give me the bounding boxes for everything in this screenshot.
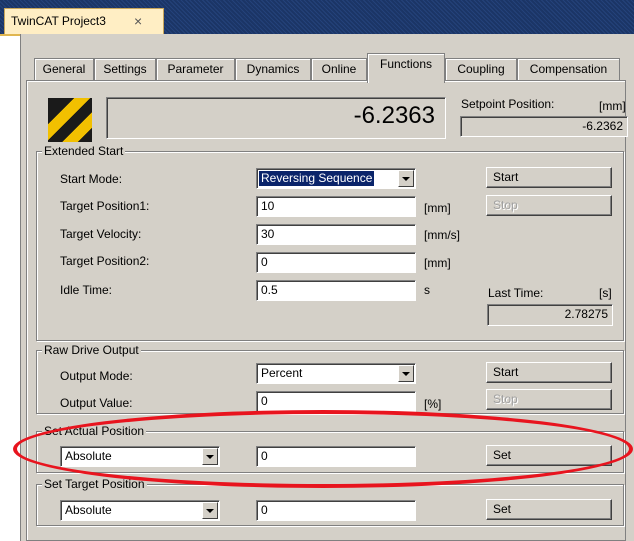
chevron-down-icon[interactable] xyxy=(202,502,218,519)
group-title: Extended Start xyxy=(42,144,126,158)
output-mode-label: Output Mode: xyxy=(60,369,133,383)
tab-dynamics[interactable]: Dynamics xyxy=(235,58,311,80)
chevron-down-icon[interactable] xyxy=(398,170,414,187)
tab-coupling[interactable]: Coupling xyxy=(445,58,517,80)
setpoint-label: Setpoint Position: xyxy=(461,97,555,111)
document-tab[interactable]: TwinCAT Project3 × xyxy=(4,8,164,34)
output-mode-select[interactable]: Percent xyxy=(256,363,416,384)
setpoint-readout: -6.2362 xyxy=(460,116,628,137)
target-position1-label: Target Position1: xyxy=(60,199,150,213)
actual-position-mode-select[interactable]: Absolute xyxy=(60,446,220,467)
raw-start-button[interactable]: Start xyxy=(486,362,612,383)
setpoint-unit: [mm] xyxy=(599,99,626,113)
tab-functions[interactable]: Functions xyxy=(367,53,445,83)
target-position1-unit: [mm] xyxy=(424,201,451,215)
extended-start-button[interactable]: Start xyxy=(486,167,612,188)
chevron-down-icon[interactable] xyxy=(398,365,414,382)
actual-position-readout: -6.2363 xyxy=(106,97,446,139)
tab-compensation[interactable]: Compensation xyxy=(517,58,620,80)
tab-general[interactable]: General xyxy=(34,58,94,80)
group-title: Set Actual Position xyxy=(42,424,147,438)
last-time-label: Last Time: xyxy=(488,286,544,300)
group-title: Set Target Position xyxy=(42,477,147,491)
start-mode-value: Reversing Sequence xyxy=(259,171,375,186)
target-position2-input[interactable]: 0 xyxy=(256,252,416,273)
actual-position-input[interactable]: 0 xyxy=(256,446,416,467)
tab-online[interactable]: Online xyxy=(311,58,367,80)
extended-stop-button[interactable]: Stop xyxy=(486,195,612,216)
tab-settings[interactable]: Settings xyxy=(94,58,156,80)
group-title: Raw Drive Output xyxy=(42,343,141,357)
close-icon[interactable]: × xyxy=(134,9,142,33)
target-position-mode-select[interactable]: Absolute xyxy=(60,500,220,521)
target-position2-unit: [mm] xyxy=(424,256,451,270)
start-mode-select[interactable]: Reversing Sequence xyxy=(256,168,416,189)
target-position-mode-value: Absolute xyxy=(65,503,112,517)
raw-stop-button[interactable]: Stop xyxy=(486,389,612,410)
set-actual-position-button[interactable]: Set xyxy=(486,445,612,466)
target-position1-input[interactable]: 10 xyxy=(256,196,416,217)
tab-parameter[interactable]: Parameter xyxy=(156,58,235,80)
actual-position-mode-value: Absolute xyxy=(65,449,112,463)
output-value-input[interactable]: 0 xyxy=(256,391,416,412)
last-time-unit: [s] xyxy=(599,286,612,300)
axis-icon xyxy=(48,98,92,142)
target-position-input[interactable]: 0 xyxy=(256,500,416,521)
target-velocity-label: Target Velocity: xyxy=(60,227,142,241)
idle-time-label: Idle Time: xyxy=(60,283,113,297)
idle-time-unit: s xyxy=(424,283,430,297)
output-value-unit: [%] xyxy=(424,397,442,411)
document-tab-title: TwinCAT Project3 xyxy=(11,14,106,28)
target-velocity-unit: [mm/s] xyxy=(424,228,460,242)
last-time-readout: 2.78275 xyxy=(487,304,613,326)
output-mode-value: Percent xyxy=(261,366,303,380)
chevron-down-icon[interactable] xyxy=(202,448,218,465)
start-mode-label: Start Mode: xyxy=(60,172,123,186)
idle-time-input[interactable]: 0.5 xyxy=(256,280,416,301)
target-position2-label: Target Position2: xyxy=(60,254,150,268)
target-velocity-input[interactable]: 30 xyxy=(256,224,416,245)
output-value-label: Output Value: xyxy=(60,396,133,410)
set-target-position-button[interactable]: Set xyxy=(486,499,612,520)
